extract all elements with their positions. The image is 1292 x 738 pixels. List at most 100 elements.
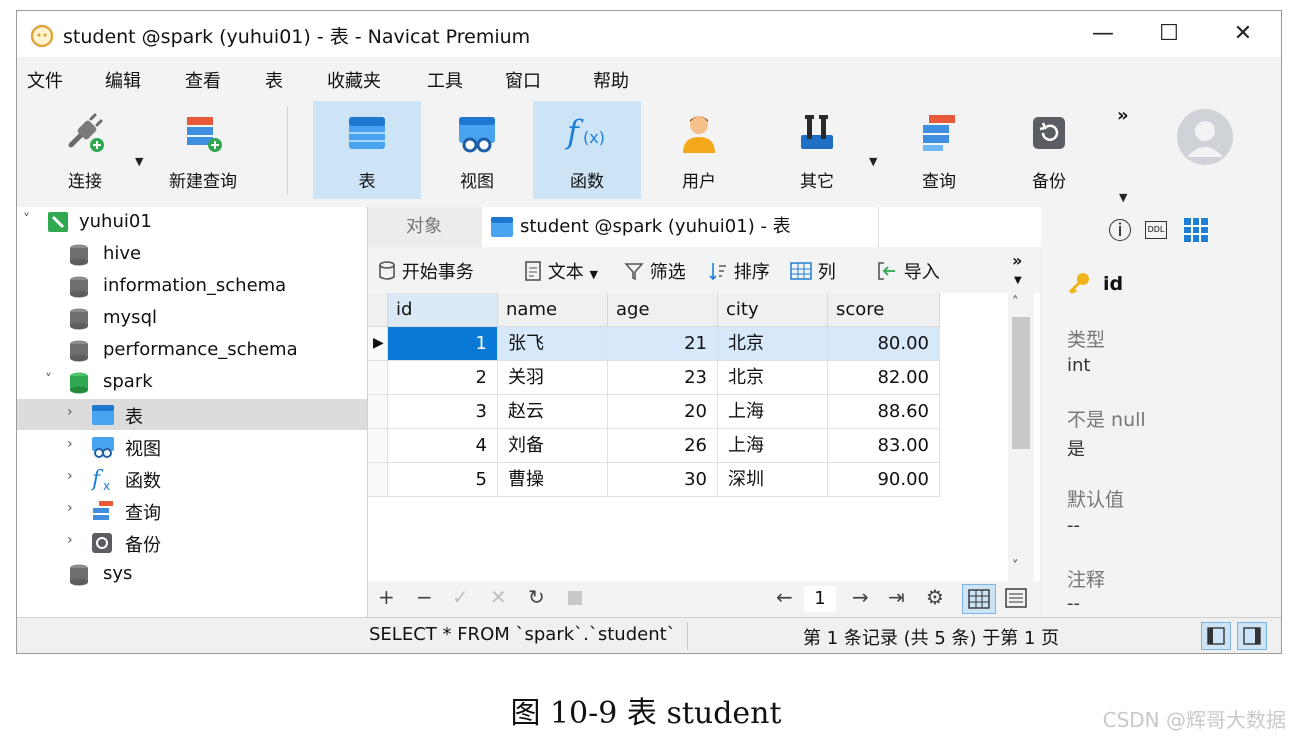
other-dropdown-caret[interactable]: ▼: [869, 155, 877, 168]
menu-edit[interactable]: 编辑: [105, 67, 141, 93]
column-header-name[interactable]: name: [498, 293, 608, 327]
table-button[interactable]: 表: [313, 101, 421, 199]
expanded-chevron-icon[interactable]: ˅: [45, 372, 52, 388]
cell-score[interactable]: 80.00: [828, 327, 940, 361]
tree-db-hive[interactable]: hive: [17, 239, 367, 270]
tree-db-information-schema[interactable]: information_schema: [17, 271, 367, 302]
tree-spark-tables[interactable]: › 表: [17, 399, 367, 430]
cell-age[interactable]: 20: [608, 395, 718, 429]
row-selector[interactable]: [368, 463, 388, 497]
page-number-input[interactable]: 1: [804, 586, 836, 612]
columns-button[interactable]: 列: [790, 258, 836, 284]
scroll-down-icon[interactable]: ˅: [1012, 559, 1019, 574]
avatar[interactable]: [1175, 107, 1235, 167]
cell-city[interactable]: 北京: [718, 327, 828, 361]
connect-dropdown-caret[interactable]: ▼: [135, 155, 143, 168]
cell-city[interactable]: 北京: [718, 361, 828, 395]
view-button[interactable]: 视图: [423, 101, 531, 199]
tree-spark-backups[interactable]: › 备份: [17, 527, 367, 558]
settings-gear-icon[interactable]: ⚙: [926, 585, 944, 609]
previous-page-icon[interactable]: ←: [776, 585, 793, 609]
menu-tools[interactable]: 工具: [427, 67, 463, 93]
row-selector[interactable]: [368, 429, 388, 463]
info-icon[interactable]: i: [1109, 219, 1131, 241]
cell-name[interactable]: 刘备: [498, 429, 608, 463]
backup-button[interactable]: 备份: [995, 101, 1103, 199]
tab-student-table[interactable]: student @spark (yuhui01) - 表: [482, 207, 878, 247]
field-layout-icon[interactable]: [1183, 217, 1209, 243]
menu-view[interactable]: 查看: [185, 67, 221, 93]
cell-city[interactable]: 上海: [718, 429, 828, 463]
refresh-icon[interactable]: ↻: [528, 585, 545, 609]
grid-vertical-scrollbar[interactable]: ˄ ˅: [1008, 293, 1034, 581]
tree-db-performance-schema[interactable]: performance_schema: [17, 335, 367, 366]
toggle-left-pane-button[interactable]: [1201, 622, 1231, 650]
tree-spark-queries[interactable]: › 查询: [17, 495, 367, 526]
cell-age[interactable]: 23: [608, 361, 718, 395]
discard-changes-icon[interactable]: ✕: [490, 585, 507, 609]
collapsed-chevron-icon[interactable]: ›: [67, 468, 73, 484]
form-view-button[interactable]: [1000, 584, 1034, 614]
cell-age[interactable]: 30: [608, 463, 718, 497]
grid-view-button[interactable]: [962, 584, 996, 614]
stop-icon[interactable]: [568, 591, 582, 605]
apply-changes-icon[interactable]: ✓: [452, 585, 469, 609]
cell-score[interactable]: 90.00: [828, 463, 940, 497]
tree-db-mysql[interactable]: mysql: [17, 303, 367, 334]
menu-file[interactable]: 文件: [27, 67, 63, 93]
menu-window[interactable]: 窗口: [505, 67, 541, 93]
row-selector[interactable]: [368, 395, 388, 429]
collapsed-chevron-icon[interactable]: ›: [67, 532, 73, 548]
begin-transaction-button[interactable]: 开始事务: [378, 258, 474, 284]
sort-button[interactable]: 排序: [708, 258, 770, 284]
cell-name[interactable]: 曹操: [498, 463, 608, 497]
cell-age[interactable]: 21: [608, 327, 718, 361]
cell-score[interactable]: 88.60: [828, 395, 940, 429]
objectbar-overflow-caret[interactable]: ▼: [1014, 275, 1022, 286]
collapsed-chevron-icon[interactable]: ›: [67, 404, 73, 420]
other-button[interactable]: 其它: [763, 101, 871, 199]
scrollbar-thumb[interactable]: [1012, 317, 1030, 449]
new-query-button[interactable]: 新建查询: [149, 101, 257, 199]
cell-id[interactable]: 3: [388, 395, 498, 429]
tree-spark-views[interactable]: › 视图: [17, 431, 367, 462]
next-page-icon[interactable]: →: [852, 585, 869, 609]
last-page-icon[interactable]: ⇥: [888, 585, 905, 609]
row-selector[interactable]: [368, 361, 388, 395]
cell-id[interactable]: 2: [388, 361, 498, 395]
collapsed-chevron-icon[interactable]: ›: [67, 500, 73, 516]
user-button[interactable]: 用户: [645, 101, 753, 199]
cell-city[interactable]: 深圳: [718, 463, 828, 497]
delete-record-icon[interactable]: −: [416, 585, 433, 609]
tree-db-sys[interactable]: sys: [17, 559, 367, 590]
query-button[interactable]: 查询: [885, 101, 993, 199]
filter-button[interactable]: 筛选: [624, 258, 686, 284]
tab-objects[interactable]: 对象: [368, 207, 480, 247]
tree-connection-yuhui01[interactable]: ˅ yuhui01: [17, 207, 367, 238]
column-header-city[interactable]: city: [718, 293, 828, 327]
cell-name[interactable]: 关羽: [498, 361, 608, 395]
cell-id[interactable]: 1: [388, 327, 498, 361]
cell-id[interactable]: 4: [388, 429, 498, 463]
menu-help[interactable]: 帮助: [593, 67, 629, 93]
objectbar-overflow-button[interactable]: »: [1012, 251, 1022, 270]
menu-favorites[interactable]: 收藏夹: [327, 67, 381, 93]
cell-city[interactable]: 上海: [718, 395, 828, 429]
toolbar-overflow-button[interactable]: »: [1117, 105, 1129, 126]
column-header-id[interactable]: id: [388, 293, 498, 327]
tree-spark-functions[interactable]: › fx 函数: [17, 463, 367, 494]
cell-name[interactable]: 赵云: [498, 395, 608, 429]
cell-age[interactable]: 26: [608, 429, 718, 463]
toolbar-overflow-caret[interactable]: ▼: [1119, 191, 1127, 204]
expanded-chevron-icon[interactable]: ˅: [23, 212, 30, 228]
cell-id[interactable]: 5: [388, 463, 498, 497]
scroll-up-icon[interactable]: ˄: [1012, 295, 1019, 310]
function-button[interactable]: f (x) 函数: [533, 101, 641, 199]
menu-table[interactable]: 表: [265, 67, 283, 93]
cell-score[interactable]: 83.00: [828, 429, 940, 463]
tree-db-spark[interactable]: ˅ spark: [17, 367, 367, 398]
connect-button[interactable]: 连接: [31, 101, 139, 199]
minimize-button[interactable]: —: [1073, 17, 1133, 51]
cell-name[interactable]: 张飞: [498, 327, 608, 361]
maximize-button[interactable]: ☐: [1139, 17, 1199, 51]
